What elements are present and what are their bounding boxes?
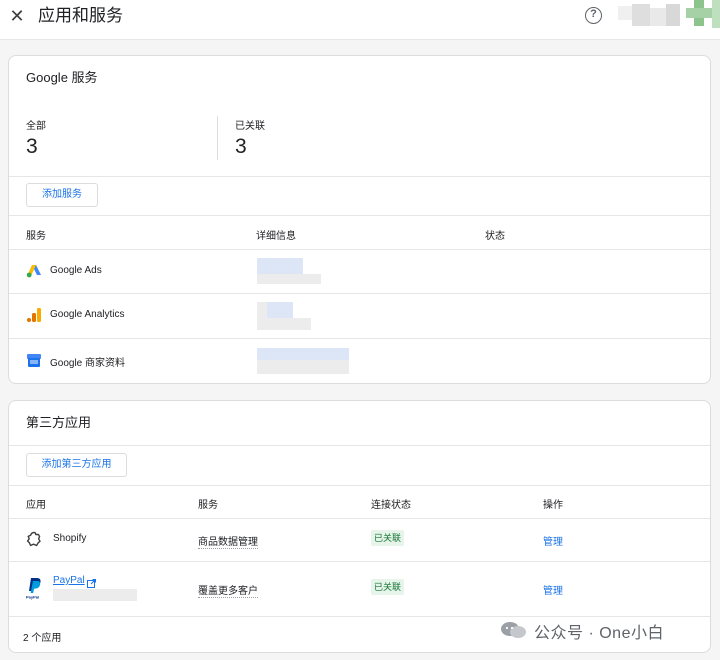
blurred-details [257,360,349,374]
top-bar: ✕ 应用和服务 ? [0,0,720,40]
divider [9,616,710,617]
column-header-actions: 操作 [543,500,563,511]
divider [9,561,710,562]
divider [9,293,710,294]
blurred-details [267,318,311,330]
paypal-icon: PayPal [26,576,44,600]
column-header-service: 服务 [198,500,218,511]
google-analytics-icon [26,307,42,323]
column-header-connection-status: 连接状态 [371,500,411,511]
divider [9,215,710,216]
watermark-text: 公众号 · One小白 [534,625,664,642]
column-header-app: 应用 [26,500,46,511]
service-name[interactable]: Google Ads [50,265,102,276]
add-third-party-app-button[interactable]: 添加第三方应用 [26,453,127,477]
help-icon[interactable]: ? [585,7,602,24]
service-name: 商品数据管理 [198,533,258,549]
divider [9,485,710,486]
blurred-details [257,258,303,274]
status-badge: 已关联 [371,579,405,595]
manage-link[interactable]: 管理 [543,533,563,548]
manage-link[interactable]: 管理 [543,582,563,597]
column-header-details: 详细信息 [256,231,296,242]
divider [9,176,710,177]
stat-all-value: 3 [26,135,38,158]
blurred-details [267,302,293,318]
divider [9,249,710,250]
column-header-status: 状态 [485,231,505,242]
stat-all-label: 全部 [26,121,46,132]
google-ads-icon [26,263,42,279]
divider [9,445,710,446]
app-count: 2 个应用 [23,633,62,644]
service-name[interactable]: Google 商家资料 [50,354,125,369]
wechat-icon [500,620,528,640]
third-party-apps-card: 第三方应用 添加第三方应用 应用 服务 连接状态 操作 Shopify 商品数据… [8,400,711,653]
close-icon[interactable]: ✕ [8,6,26,26]
status-badge: 已关联 [371,530,405,546]
page-title: 应用和服务 [38,6,123,25]
column-header-service: 服务 [26,231,46,242]
account-avatar[interactable] [618,0,720,36]
app-name-link[interactable]: PayPal [53,575,85,586]
google-services-title: Google 服务 [26,70,98,85]
divider [9,518,710,519]
blurred-account-info [53,589,137,601]
open-in-new-icon[interactable] [87,575,96,588]
service-name: 覆盖更多客户 [198,582,258,598]
third-party-title: 第三方应用 [26,415,92,430]
divider [9,338,710,339]
blurred-details [257,348,349,360]
svg-text:PayPal: PayPal [26,595,39,600]
google-business-profile-icon [26,352,42,368]
google-services-card: Google 服务 全部 3 已关联 3 添加服务 服务 详细信息 状态 Goo… [8,55,711,384]
service-name[interactable]: Google Analytics [50,309,125,320]
stat-linked-value: 3 [235,135,247,158]
blurred-details [257,274,321,284]
stat-divider [217,116,218,160]
add-service-button[interactable]: 添加服务 [26,183,98,207]
app-name: Shopify [53,533,87,544]
shopify-icon [26,531,42,547]
stat-linked-label: 已关联 [235,121,265,132]
